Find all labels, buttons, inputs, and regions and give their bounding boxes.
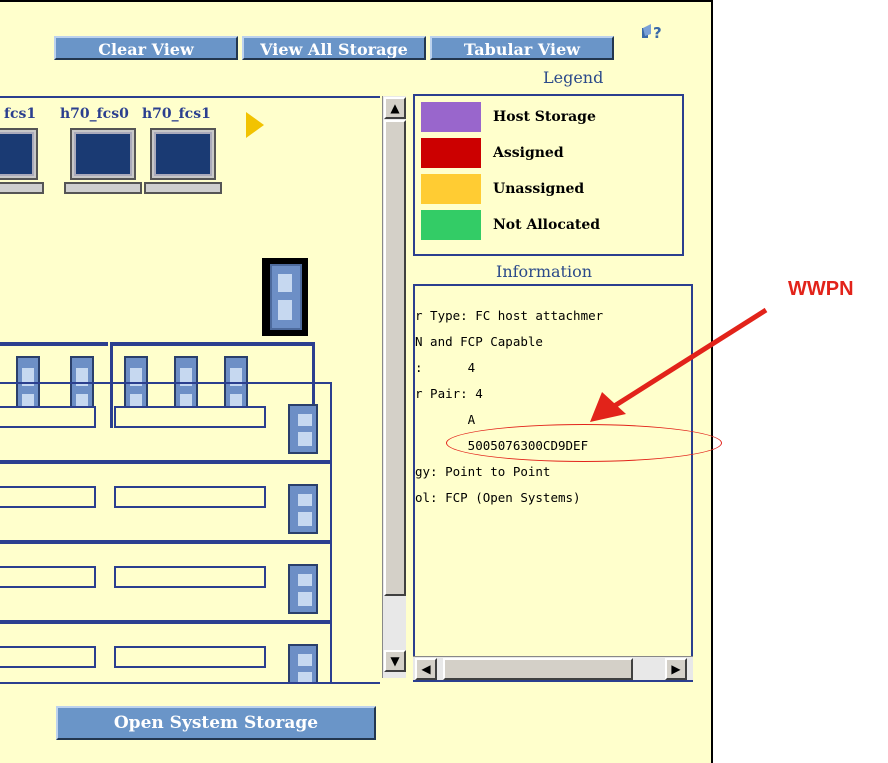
host-monitor-icon[interactable]: [0, 128, 44, 196]
legend-item: Assigned: [421, 138, 681, 170]
selected-adapter-icon[interactable]: [262, 258, 308, 336]
storage-enclosure-row[interactable]: [0, 462, 332, 542]
storage-view[interactable]: fcs1 h70_fcs0 h70_fcs1: [0, 96, 380, 684]
scroll-left-button[interactable]: ◀: [415, 658, 437, 680]
info-line: r Pair: 4: [415, 386, 483, 401]
disk-cage-icon[interactable]: [288, 644, 318, 682]
vertical-scrollbar[interactable]: ▲ ▼: [382, 96, 406, 678]
info-line: : 4: [415, 360, 476, 375]
adapter-bay-bar: [0, 342, 108, 346]
open-system-storage-button[interactable]: Open System Storage: [56, 706, 376, 740]
scroll-up-button[interactable]: ▲: [384, 97, 406, 119]
array-slot[interactable]: [114, 646, 266, 668]
panel-top-border: [0, 0, 713, 2]
help-icon-glyph: ?: [653, 24, 662, 42]
legend-box: Host Storage Assigned Unassigned Not All…: [413, 94, 684, 256]
information-title: Information: [496, 262, 593, 281]
annotation-arrow-icon: [590, 307, 768, 422]
disk-cage-icon[interactable]: [288, 484, 318, 534]
legend-swatch: [421, 210, 481, 240]
storage-enclosure-row[interactable]: [0, 622, 332, 682]
legend-swatch: [421, 174, 481, 204]
legend-item: Unassigned: [421, 174, 681, 206]
info-line: gy: Point to Point: [415, 464, 551, 479]
disk-cage-icon[interactable]: [288, 404, 318, 454]
host-label: h70_fcs0: [60, 106, 129, 122]
legend-title: Legend: [543, 68, 604, 87]
storage-enclosure-row[interactable]: [0, 542, 332, 622]
info-line: N and FCP Capable: [415, 334, 543, 349]
scroll-right-arrow-icon[interactable]: [246, 112, 264, 138]
legend-item: Host Storage: [421, 102, 681, 134]
help-icon[interactable]: ?: [641, 24, 665, 44]
host-label: h70_fcs1: [142, 106, 211, 122]
legend-swatch: [421, 102, 481, 132]
scroll-right-button[interactable]: ▶: [665, 658, 687, 680]
array-slot[interactable]: [0, 566, 96, 588]
disk-cage-icon[interactable]: [288, 564, 318, 614]
view-all-storage-button[interactable]: View All Storage: [242, 36, 426, 60]
legend-swatch: [421, 138, 481, 168]
array-slot[interactable]: [0, 486, 96, 508]
info-line: r Type: FC host attachmer: [415, 308, 604, 323]
legend-label: Assigned: [493, 145, 564, 161]
array-slot[interactable]: [114, 566, 266, 588]
tabular-view-button[interactable]: Tabular View: [430, 36, 614, 60]
legend-label: Host Storage: [493, 109, 596, 125]
scroll-down-button[interactable]: ▼: [384, 650, 406, 672]
array-slot[interactable]: [0, 406, 96, 428]
host-label: fcs1: [4, 106, 37, 122]
horizontal-scrollbar[interactable]: ◀ ▶: [413, 656, 693, 680]
storage-enclosure-row[interactable]: [0, 382, 332, 462]
clear-view-button[interactable]: Clear View: [54, 36, 238, 60]
scrollbar-thumb[interactable]: [384, 120, 406, 596]
array-slot[interactable]: [114, 406, 266, 428]
legend-item: Not Allocated: [421, 210, 681, 242]
host-monitor-icon[interactable]: [144, 128, 222, 196]
legend-label: Not Allocated: [493, 217, 601, 233]
wwpn-annotation-label: WWPN: [788, 278, 854, 300]
horizontal-scrollbar-thumb[interactable]: [443, 658, 633, 680]
legend-label: Unassigned: [493, 181, 585, 197]
info-line: A: [415, 412, 476, 427]
info-line: ol: FCP (Open Systems): [415, 490, 581, 505]
array-slot[interactable]: [114, 486, 266, 508]
adapter-bay-bar: [112, 342, 312, 346]
host-monitor-icon[interactable]: [64, 128, 142, 196]
array-slot[interactable]: [0, 646, 96, 668]
